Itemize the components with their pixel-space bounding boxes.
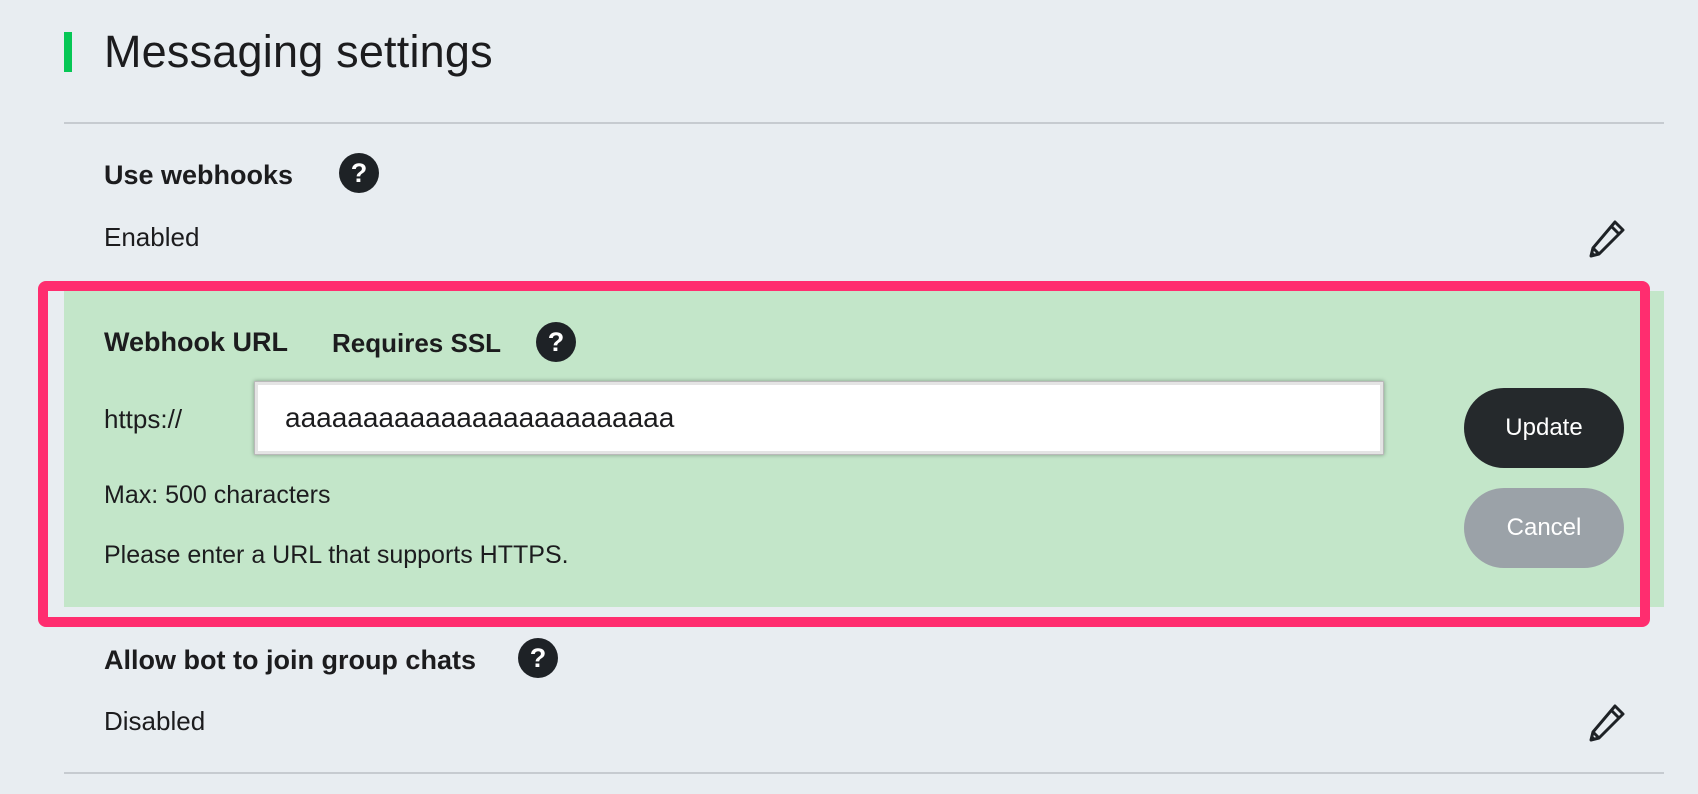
pencil-icon[interactable] xyxy=(1585,218,1627,260)
highlight-frame xyxy=(38,281,1650,627)
group-chats-label: Allow bot to join group chats xyxy=(104,645,476,675)
use-webhooks-label: Use webhooks xyxy=(104,160,294,190)
use-webhooks-value: Enabled xyxy=(104,222,200,252)
page-title: Messaging settings xyxy=(104,26,493,77)
pencil-icon[interactable] xyxy=(1585,702,1627,744)
title-accent-bar xyxy=(64,32,72,72)
use-webhooks-help-icon[interactable]: ? xyxy=(339,153,379,193)
page-header: Messaging settings xyxy=(64,22,493,82)
messaging-settings-page: Messaging settings Use webhooks ? Enable… xyxy=(0,0,1698,794)
group-chats-value: Disabled xyxy=(104,706,206,736)
group-chats-help-icon[interactable]: ? xyxy=(518,638,558,678)
footer-divider xyxy=(64,772,1664,774)
header-divider xyxy=(64,122,1664,124)
